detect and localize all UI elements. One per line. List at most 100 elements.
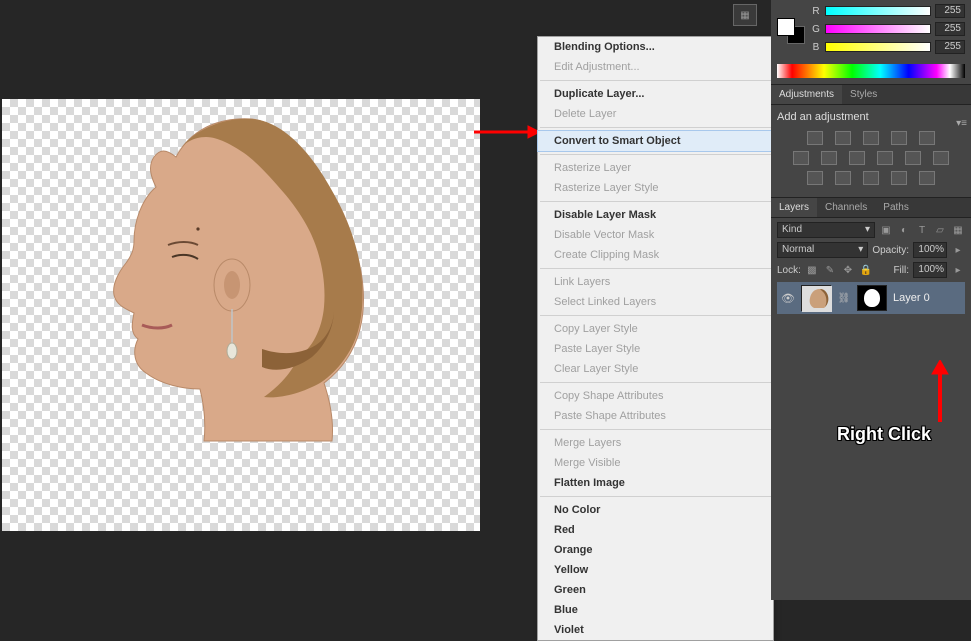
adj-curves-icon[interactable] — [863, 131, 879, 145]
r-slider[interactable] — [825, 6, 931, 16]
adj-channel-mixer-icon[interactable] — [905, 151, 921, 165]
tab-adjustments[interactable]: Adjustments — [771, 85, 842, 104]
adj-threshold-icon[interactable] — [863, 171, 879, 185]
blend-mode-dropdown[interactable]: Normal — [777, 242, 868, 258]
lock-all-icon[interactable]: 🔒 — [859, 263, 873, 277]
adj-photo-filter-icon[interactable] — [877, 151, 893, 165]
adj-gradient-map-icon[interactable] — [891, 171, 907, 185]
options-bar-icon[interactable]: ▦ — [733, 4, 757, 26]
menu-item-disable-layer-mask[interactable]: Disable Layer Mask — [538, 205, 773, 225]
adj-selective-icon[interactable] — [919, 171, 935, 185]
menu-item-copy-shape-attributes: Copy Shape Attributes — [538, 386, 773, 406]
adj-brightness-icon[interactable] — [807, 131, 823, 145]
filter-shape-icon[interactable]: ▱ — [933, 223, 947, 237]
adj-invert-icon[interactable] — [807, 171, 823, 185]
layer-row-layer0[interactable]: 👁 ⛓ Layer 0 — [777, 282, 965, 314]
menu-item-blue[interactable]: Blue — [538, 600, 773, 620]
menu-item-orange[interactable]: Orange — [538, 540, 773, 560]
document-canvas[interactable] — [2, 99, 480, 531]
link-icon[interactable]: ⛓ — [837, 291, 851, 305]
opacity-label: Opacity: — [872, 245, 909, 256]
annotation-arrow-up — [930, 360, 950, 422]
r-value[interactable]: 255 — [935, 4, 965, 18]
menu-item-edit-adjustment: Edit Adjustment... — [538, 57, 773, 77]
adj-posterize-icon[interactable] — [835, 171, 851, 185]
fill-label: Fill: — [893, 265, 909, 276]
filter-smart-icon[interactable]: ▦ — [951, 223, 965, 237]
adjustments-title: Add an adjustment — [777, 111, 965, 123]
chevron-down-icon[interactable]: ▸ — [951, 263, 965, 277]
layer-thumbnail[interactable] — [801, 285, 831, 311]
filter-adjust-icon[interactable]: ◐ — [897, 223, 911, 237]
adj-hue-icon[interactable] — [793, 151, 809, 165]
color-spectrum[interactable] — [777, 64, 965, 78]
adj-balance-icon[interactable] — [821, 151, 837, 165]
visibility-eye-icon[interactable]: 👁 — [781, 292, 795, 305]
right-docked-panels: R 255 G 255 B 255 Adjustments Styles — [771, 0, 971, 600]
r-label: R — [811, 6, 821, 17]
menu-item-violet[interactable]: Violet — [538, 620, 773, 640]
menu-item-red[interactable]: Red — [538, 520, 773, 540]
menu-item-paste-shape-attributes: Paste Shape Attributes — [538, 406, 773, 426]
menu-item-clear-layer-style: Clear Layer Style — [538, 359, 773, 379]
g-label: G — [811, 24, 821, 35]
menu-item-merge-visible: Merge Visible — [538, 453, 773, 473]
b-slider[interactable] — [825, 42, 931, 52]
chevron-down-icon[interactable]: ▸ — [951, 243, 965, 257]
menu-item-flatten-image[interactable]: Flatten Image — [538, 473, 773, 493]
menu-item-green[interactable]: Green — [538, 580, 773, 600]
b-label: B — [811, 42, 821, 53]
adj-exposure-icon[interactable] — [891, 131, 907, 145]
subject-image — [72, 109, 372, 459]
lock-position-icon[interactable]: ✥ — [841, 263, 855, 277]
tab-styles[interactable]: Styles — [842, 85, 885, 104]
tab-channels[interactable]: Channels — [817, 198, 875, 217]
menu-separator — [540, 201, 771, 202]
lock-transparent-icon[interactable]: ▩ — [805, 263, 819, 277]
menu-separator — [540, 315, 771, 316]
menu-item-duplicate-layer[interactable]: Duplicate Layer... — [538, 84, 773, 104]
menu-separator — [540, 496, 771, 497]
menu-item-paste-layer-style: Paste Layer Style — [538, 339, 773, 359]
menu-item-merge-layers: Merge Layers — [538, 433, 773, 453]
opacity-value[interactable]: 100% — [913, 242, 947, 258]
annotation-arrow-left — [472, 124, 542, 140]
lock-pixels-icon[interactable]: ✎ — [823, 263, 837, 277]
fill-value[interactable]: 100% — [913, 262, 947, 278]
annotation-text: Right Click — [837, 424, 931, 445]
g-value[interactable]: 255 — [935, 22, 965, 36]
adj-levels-icon[interactable] — [835, 131, 851, 145]
adj-lookup-icon[interactable] — [933, 151, 949, 165]
menu-item-create-clipping-mask: Create Clipping Mask — [538, 245, 773, 265]
menu-item-delete-layer: Delete Layer — [538, 104, 773, 124]
adj-vibrance-icon[interactable] — [919, 131, 935, 145]
menu-item-no-color[interactable]: No Color — [538, 500, 773, 520]
layer-kind-filter[interactable]: Kind — [777, 222, 875, 238]
panel-flyout-icon[interactable]: ▾≡ — [956, 118, 967, 129]
menu-item-blending-options[interactable]: Blending Options... — [538, 37, 773, 57]
menu-item-select-linked-layers: Select Linked Layers — [538, 292, 773, 312]
filter-type-icon[interactable]: T — [915, 223, 929, 237]
menu-separator — [540, 127, 771, 128]
g-slider[interactable] — [825, 24, 931, 34]
tab-layers[interactable]: Layers — [771, 198, 817, 217]
menu-item-disable-vector-mask: Disable Vector Mask — [538, 225, 773, 245]
layer-mask-thumbnail[interactable] — [857, 285, 887, 311]
filter-image-icon[interactable]: ▣ — [879, 223, 893, 237]
layer-context-menu: Blending Options...Edit Adjustment... Dup… — [537, 36, 774, 641]
menu-item-convert-to-smart-object[interactable]: Convert to Smart Object — [538, 131, 773, 151]
b-value[interactable]: 255 — [935, 40, 965, 54]
foreground-background-swatches[interactable] — [777, 18, 805, 44]
layers-panel: Kind ▣ ◐ T ▱ ▦ Normal Opacity: 100% ▸ Lo… — [771, 218, 971, 318]
menu-separator — [540, 382, 771, 383]
menu-separator — [540, 154, 771, 155]
menu-separator — [540, 268, 771, 269]
menu-item-rasterize-layer: Rasterize Layer — [538, 158, 773, 178]
menu-separator — [540, 80, 771, 81]
adj-bw-icon[interactable] — [849, 151, 865, 165]
menu-item-link-layers: Link Layers — [538, 272, 773, 292]
layer-name[interactable]: Layer 0 — [893, 292, 930, 304]
tab-paths[interactable]: Paths — [875, 198, 917, 217]
adjustments-panel: Add an adjustment — [771, 105, 971, 197]
menu-item-yellow[interactable]: Yellow — [538, 560, 773, 580]
